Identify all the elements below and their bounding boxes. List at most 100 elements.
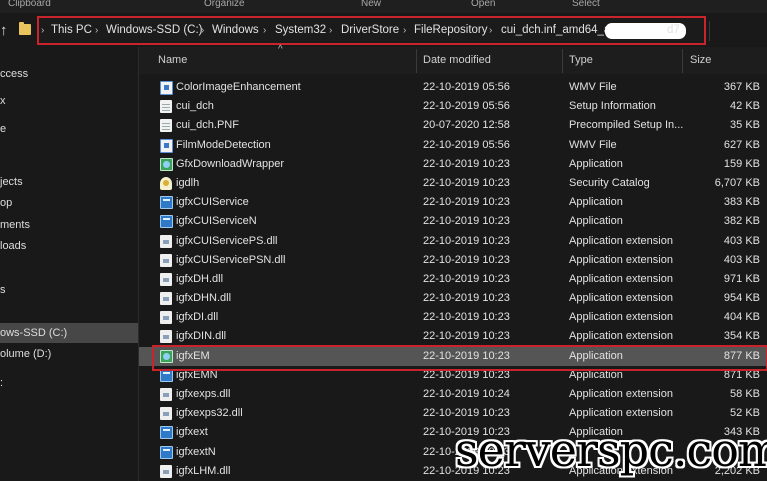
- file-type: WMV File: [569, 81, 617, 93]
- ribbon-group-labels: Clipboard Organize New Open Select: [0, 0, 767, 13]
- nav-item-e[interactable]: e: [0, 121, 6, 138]
- file-date: 22-10-2019 10:24: [423, 388, 510, 400]
- column-date-modified[interactable]: Date modified: [423, 47, 491, 74]
- dll-icon: [160, 407, 172, 421]
- dll-icon: [160, 272, 172, 286]
- file-type: Security Catalog: [569, 176, 650, 189]
- file-size: 159 KB: [723, 157, 760, 170]
- nav-item-network[interactable]: :: [0, 375, 3, 392]
- breadcrumb-drive-c[interactable]: Windows-SSD (C:): [106, 18, 202, 43]
- file-type: Setup Information: [569, 100, 656, 113]
- breadcrumb-driverstore[interactable]: DriverStore: [341, 18, 399, 43]
- app-icon: [160, 368, 173, 382]
- navigation-pane: ccess x e jects op ments loads s ows-SSD…: [0, 47, 138, 481]
- column-divider[interactable]: [562, 49, 563, 73]
- file-name: igfxDH.dll: [176, 272, 224, 285]
- file-size: 627 KB: [723, 138, 760, 151]
- app-icon: [160, 215, 173, 229]
- nav-item-objects[interactable]: jects: [0, 174, 23, 191]
- column-size[interactable]: Size: [690, 47, 711, 74]
- file-name: ColorImageEnhancement: [176, 81, 301, 93]
- file-row[interactable]: cui_dch.PNF 20-07-2020 12:58 Precompiled S…: [139, 116, 767, 135]
- file-type: WMV File: [569, 138, 617, 151]
- file-name: igfxDIN.dll: [176, 330, 227, 343]
- file-row[interactable]: cui_dch 22-10-2019 05:56 Setup Information…: [139, 97, 767, 116]
- column-type[interactable]: Type: [569, 47, 593, 74]
- file-row[interactable]: igfxCUIServiceN 22-10-2019 10:23 Applicati…: [139, 212, 767, 231]
- file-row[interactable]: igfxEM 22-10-2019 10:23 Application 877 KB: [139, 346, 767, 366]
- nav-item-documents[interactable]: ments: [0, 217, 30, 234]
- up-arrow-icon[interactable]: ↑: [0, 22, 8, 39]
- watermark: serverspc.com: [455, 423, 767, 477]
- file-type: Application extension: [569, 388, 673, 400]
- ribbon-label-select: Select: [572, 0, 600, 9]
- file-row[interactable]: igfxCUIService 22-10-2019 10:23 Applicatio…: [139, 193, 767, 212]
- column-divider[interactable]: [416, 49, 417, 73]
- app-icon: [160, 445, 173, 459]
- file-row[interactable]: igfxEMN 22-10-2019 10:23 Application 871 KB: [139, 366, 767, 385]
- nav-item-volume-d[interactable]: olume (D:): [0, 346, 51, 363]
- dll-icon: [160, 388, 172, 401]
- file-size: 382 KB: [723, 215, 760, 228]
- file-size: 954 KB: [723, 292, 760, 305]
- file-size: 35 KB: [730, 119, 760, 132]
- nav-item-quick-access[interactable]: ccess: [0, 66, 28, 83]
- file-type: Application: [569, 196, 623, 209]
- file-row[interactable]: FilmModeDetection 22-10-2019 05:56 WMV Fil…: [139, 136, 767, 155]
- file-size: 383 KB: [723, 196, 760, 209]
- nav-item-s[interactable]: s: [0, 282, 6, 299]
- nav-item-desktop[interactable]: op: [0, 195, 12, 212]
- file-size: 971 KB: [723, 272, 760, 285]
- file-type: Application extension: [569, 272, 673, 285]
- breadcrumb-filerepository[interactable]: FileRepository: [414, 18, 488, 43]
- setup-info-icon: [160, 100, 172, 114]
- column-header: ^ Name Date modified Type Size: [139, 44, 767, 74]
- file-name: igfxext: [176, 426, 208, 439]
- file-name: igfxLHM.dll: [176, 464, 231, 477]
- file-row[interactable]: GfxDownloadWrapper 22-10-2019 10:23 Applic…: [139, 155, 767, 174]
- address-bar[interactable]: › This PC › Windows-SSD (C:) › Windows ›…: [37, 16, 706, 45]
- sort-up-icon: ^: [278, 44, 283, 55]
- file-row[interactable]: igfxDHN.dll 22-10-2019 10:23 Application e…: [139, 289, 767, 308]
- file-type: Application: [569, 368, 623, 381]
- file-row[interactable]: ColorImageEnhancement 22-10-2019 05:56 WMV…: [139, 78, 767, 97]
- chevron-right-icon: ›: [201, 25, 205, 36]
- file-row[interactable]: igfxCUIServicePS.dll 22-10-2019 10:23 Appl…: [139, 232, 767, 251]
- nav-item-x[interactable]: x: [0, 93, 6, 110]
- file-row[interactable]: igdlh 22-10-2019 10:23 Security Catalog 6,7…: [139, 174, 767, 193]
- file-row[interactable]: igfxDI.dll 22-10-2019 10:23 Application ex…: [139, 308, 767, 327]
- file-date: 22-10-2019 05:56: [423, 100, 510, 113]
- breadcrumb-this-pc[interactable]: This PC: [51, 18, 92, 43]
- column-divider[interactable]: [682, 49, 683, 73]
- dll-icon: [160, 311, 172, 325]
- file-type: Application extension: [569, 292, 673, 305]
- file-name: igfxexps32.dll: [176, 407, 243, 420]
- ribbon-label-new: New: [361, 0, 382, 9]
- folder-icon: [19, 22, 31, 35]
- dll-icon: [160, 234, 172, 248]
- file-name: igfxDI.dll: [176, 311, 219, 324]
- file-row[interactable]: igfxexps.dll 22-10-2019 10:24 Application …: [139, 385, 767, 404]
- column-name[interactable]: Name: [158, 47, 187, 74]
- chevron-right-icon: ›: [41, 25, 45, 36]
- wmv-file-icon: [160, 138, 173, 153]
- file-row[interactable]: igfxexps32.dll 22-10-2019 10:23 Applicatio…: [139, 404, 767, 423]
- file-row[interactable]: igfxDH.dll 22-10-2019 10:23 Application ex…: [139, 270, 767, 289]
- file-list: ColorImageEnhancement 22-10-2019 05:56 WMV…: [139, 78, 767, 481]
- file-name: cui_dch.PNF: [176, 119, 239, 132]
- nav-item-windows-ssd[interactable]: ows-SSD (C:): [0, 323, 138, 343]
- file-row[interactable]: igfxCUIServicePSN.dll 22-10-2019 10:23 App…: [139, 251, 767, 270]
- breadcrumb-windows[interactable]: Windows: [212, 18, 259, 43]
- breadcrumb-system32[interactable]: System32: [275, 18, 326, 43]
- file-size: 367 KB: [723, 81, 760, 93]
- file-row[interactable]: igfxDIN.dll 22-10-2019 10:23 Application e…: [139, 327, 767, 346]
- nav-item-downloads[interactable]: loads: [0, 238, 26, 255]
- address-bar-dropdown[interactable]: [709, 21, 767, 41]
- file-size: 403 KB: [723, 253, 760, 266]
- dll-icon: [160, 292, 172, 306]
- breadcrumb-current-folder[interactable]: cui_dch.inf_amd64_af: [501, 18, 614, 43]
- wmv-file-icon: [160, 81, 173, 95]
- file-name: igfxCUIServicePSN.dll: [176, 253, 286, 266]
- file-date: 22-10-2019 10:23: [423, 176, 510, 189]
- file-size: 354 KB: [723, 330, 760, 343]
